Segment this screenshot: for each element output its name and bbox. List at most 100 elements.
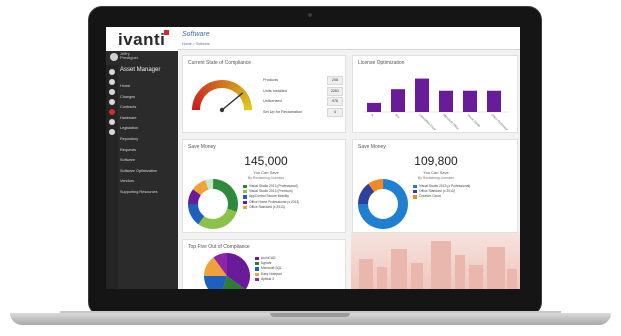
savings-label: You Can Save	[423, 170, 449, 175]
legend-swatch	[413, 190, 417, 194]
user-icon[interactable]	[109, 79, 115, 85]
pie-slice	[198, 208, 237, 229]
save-money-card-2: Save Money 109,800 You Can Save By Recla…	[352, 139, 518, 233]
compliance-card: Current State of Compliance Products 208 …	[182, 55, 346, 133]
license-optimization-chart: A Box LibreOffice ProfessionalMicrosoft Of…	[363, 78, 511, 130]
legend-swatch	[255, 267, 259, 271]
tick-label: A	[370, 113, 374, 117]
alert-icon[interactable]	[109, 109, 115, 115]
stat-label: Unlicensed	[263, 99, 282, 103]
page-title: Software	[182, 31, 210, 38]
bar	[391, 89, 405, 112]
stat-row: Products 208	[263, 76, 343, 87]
sidebar-item-home[interactable]: Home	[120, 81, 178, 92]
legend: Visual Studio 2013 (x Professional) Offi…	[413, 184, 470, 200]
bar	[367, 102, 381, 112]
stat-label: Units Installed	[263, 88, 287, 93]
legend-swatch	[413, 195, 417, 199]
city-skyline-background	[351, 232, 520, 289]
legend: ArchiCAD Agnahr Microsoft SQL Easy Notep…	[255, 256, 282, 282]
top-five-card: Top Five Out of Compliance ArchiCAD Agna…	[182, 239, 346, 289]
legend-item: Creative Cloud	[413, 194, 470, 199]
breadcrumb-current: Software	[195, 42, 210, 46]
savings-donut-chart-1	[188, 179, 238, 229]
tick-label: Visual Studio	[466, 113, 481, 128]
search-icon[interactable]	[109, 99, 115, 105]
card-title: Save Money	[188, 144, 216, 150]
gauge-hub	[219, 107, 225, 113]
legend: Visual Studio 2013 (Professional) Visual…	[243, 184, 299, 210]
legend-swatch	[255, 257, 259, 261]
breadcrumb: Home > Software	[182, 42, 210, 46]
sidebar-item-repository[interactable]: Repository	[120, 134, 178, 145]
savings-amount: 109,800	[414, 154, 458, 168]
tick-label: Box	[394, 113, 401, 120]
legend-swatch	[255, 262, 259, 266]
gauge-needle	[221, 92, 244, 111]
stat-value: 2261	[327, 86, 343, 96]
stat-row: Unlicensed 976	[263, 97, 343, 108]
sidebar-item-requests[interactable]: Requests	[120, 145, 178, 156]
card-title: Current State of Compliance	[188, 60, 252, 66]
gear-icon[interactable]	[109, 129, 115, 135]
savings-amount: 145,000	[244, 154, 288, 168]
laptop-notch	[270, 313, 350, 317]
user-name-last: Prestiguer	[120, 55, 139, 61]
brand-logo-mark	[164, 30, 169, 35]
user-profile[interactable]: Jeffry Prestiguer	[106, 51, 178, 65]
bar	[439, 90, 453, 112]
card-title: Top Five Out of Compliance	[188, 244, 250, 250]
sidebar-item-hardware[interactable]: Hardware	[120, 113, 178, 124]
avatar	[110, 53, 118, 61]
home-icon[interactable]	[109, 89, 115, 95]
card-title: License Optimization	[358, 60, 405, 66]
legend-item: Aptitud 3	[255, 277, 282, 282]
legend-swatch	[255, 272, 259, 276]
legend-swatch	[255, 277, 259, 281]
top-five-pie-chart	[204, 253, 250, 289]
save-money-card-1: Save Money 145,000 You Can Save By Recla…	[182, 139, 346, 233]
webcam	[308, 13, 312, 17]
legend-swatch	[243, 200, 247, 204]
screen: ivanti Jeffry Prestiguer Asset Manager H…	[106, 27, 520, 289]
breadcrumb-separator: >	[192, 42, 195, 46]
pie-slice	[213, 179, 238, 212]
card-title: Save Money	[358, 144, 386, 150]
stat-value: 4	[327, 107, 343, 117]
stat-value: 976	[327, 97, 343, 106]
tick-label: Office Professional	[490, 113, 511, 130]
header: Software Home > Software	[178, 27, 520, 50]
stat-label: Products	[263, 78, 278, 82]
legend-swatch	[243, 195, 247, 199]
chart-icon[interactable]	[109, 119, 115, 125]
savings-label: You Can Save	[253, 170, 279, 175]
sidebar: ivanti Jeffry Prestiguer Asset Manager H…	[106, 27, 178, 289]
bar	[487, 90, 501, 112]
tick-label: Microsoft Office	[442, 113, 460, 130]
legend-swatch	[243, 190, 247, 194]
icon-rail	[106, 65, 118, 289]
sidebar-item-software[interactable]: Software	[120, 155, 178, 166]
breadcrumb-home[interactable]: Home	[182, 42, 192, 46]
sidebar-item-vendors[interactable]: Vendors	[120, 176, 178, 187]
sidebar-item-software-optimization[interactable]: Software Optimization	[120, 166, 178, 177]
sidebar-item-supporting-resources[interactable]: Supporting Resources	[120, 187, 178, 198]
compliance-stats: Products 208 Units Installed 2261 Unlicens…	[263, 76, 343, 118]
stat-row: Set Up for Reclamation 4	[263, 107, 343, 119]
logo-area: ivanti	[106, 27, 178, 51]
license-optimization-card: License Optimization A Box LibreOffice Pro…	[352, 55, 518, 133]
sidebar-nav: Home Changes Contracts Hardware Legislat…	[120, 81, 178, 198]
sidebar-item-legislation[interactable]: Legislation	[120, 123, 178, 134]
tick-label: LibreOffice Professional	[418, 113, 444, 130]
legend-swatch	[243, 185, 247, 189]
savings-donut-chart-2	[358, 179, 408, 229]
stat-value: 208	[327, 76, 343, 85]
sidebar-item-contracts[interactable]: Contracts	[120, 102, 178, 113]
stat-label: Set Up for Reclamation	[263, 109, 303, 114]
info-icon[interactable]	[109, 69, 115, 75]
legend-item: Office Standard (x 2013)	[243, 205, 299, 210]
sidebar-item-changes[interactable]: Changes	[120, 92, 178, 103]
bar	[463, 90, 477, 112]
app-title: Asset Manager	[120, 67, 161, 73]
compliance-gauge	[192, 80, 252, 113]
